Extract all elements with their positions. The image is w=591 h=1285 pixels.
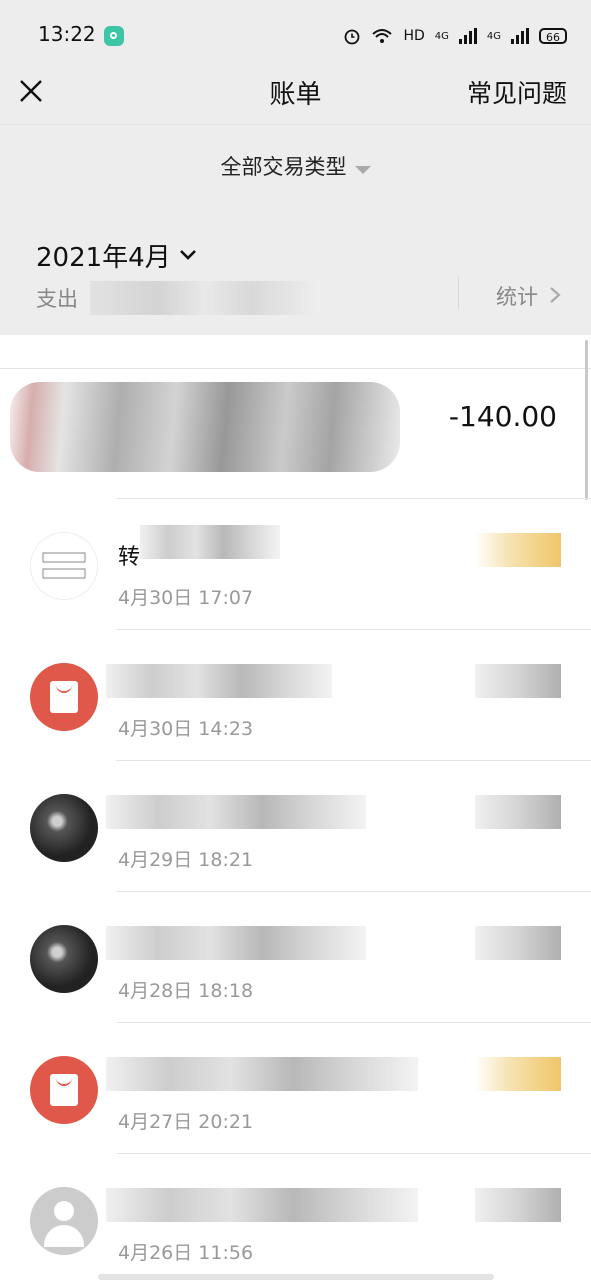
month-summary: 2021年4月 支出 统计	[0, 203, 591, 335]
list-item[interactable]: 4月29日 18:21	[0, 761, 591, 892]
list-item[interactable]: 4月27日 20:21	[0, 1023, 591, 1154]
transaction-type-filter[interactable]: 全部交易类型	[0, 125, 591, 203]
divider	[458, 277, 459, 309]
transaction-title: 转	[118, 545, 141, 570]
qr-avatar-art	[42, 552, 86, 579]
redacted-content	[106, 1057, 418, 1091]
app-notification-icon	[104, 26, 124, 46]
alarm-icon	[345, 29, 360, 45]
transaction-time: 4月30日 14:23	[118, 718, 254, 740]
signal-icon	[458, 28, 477, 44]
photo-avatar	[30, 794, 98, 862]
list-item[interactable]: 4月28日 18:18	[0, 892, 591, 1023]
redacted-content	[140, 525, 280, 559]
redacted-content	[106, 926, 366, 960]
spend-value-redacted	[90, 281, 320, 315]
transaction-time: 4月27日 20:21	[118, 1111, 254, 1133]
redacted-content	[106, 664, 332, 698]
chevron-right-icon[interactable]	[548, 285, 562, 305]
person-icon	[30, 1187, 98, 1255]
chevron-down-icon[interactable]	[178, 247, 198, 263]
envelope-shape	[50, 1074, 78, 1106]
status-icons: HD 4G 4G 66	[343, 24, 567, 48]
envelope-shape	[50, 681, 78, 713]
redacted-amount	[475, 795, 561, 829]
redacted-content	[106, 1188, 418, 1222]
transaction-time: 4月29日 18:21	[118, 849, 254, 871]
red-envelope-icon	[30, 663, 98, 731]
person-body	[44, 1225, 84, 1247]
status-time: 13:22	[38, 22, 96, 46]
redacted-content	[106, 795, 366, 829]
transaction-time: 4月26日 11:56	[118, 1242, 254, 1264]
sim2-label: 4G	[486, 30, 501, 42]
photo-avatar	[30, 925, 98, 993]
wifi-icon	[372, 29, 393, 43]
red-envelope-icon	[30, 1056, 98, 1124]
filter-label: 全部交易类型	[220, 155, 347, 179]
list-item[interactable]: 4月26日 11:56	[0, 1154, 591, 1285]
transaction-time: 4月28日 18:18	[118, 980, 254, 1002]
transaction-time: 4月30日 17:07	[118, 587, 254, 609]
top-bar: 账单 常见问题	[0, 66, 591, 125]
stats-link[interactable]: 统计	[496, 281, 538, 311]
list-item[interactable]: 转 4月30日 17:07	[0, 499, 591, 630]
redacted-amount	[475, 1057, 561, 1091]
redacted-amount	[475, 926, 561, 960]
status-bar: 13:22 HD 4G 4G 66	[0, 0, 591, 66]
signal-icon	[511, 28, 529, 44]
transaction-amount: -140.00	[448, 400, 557, 433]
spend-label: 支出	[36, 287, 78, 311]
person-head	[54, 1201, 74, 1221]
network-label: HD	[403, 28, 425, 44]
month-selector[interactable]: 2021年4月	[36, 237, 171, 274]
list-item[interactable]: 4月30日 14:23	[0, 630, 591, 761]
redacted-amount	[475, 1188, 561, 1222]
redacted-amount	[475, 533, 561, 567]
battery-icon: 66	[539, 28, 567, 44]
redacted-amount	[475, 664, 561, 698]
qr-avatar	[30, 532, 98, 600]
home-indicator[interactable]	[98, 1274, 494, 1280]
list-item[interactable]: -140.00	[0, 368, 591, 499]
faq-link[interactable]: 常见问题	[467, 74, 567, 110]
list-item[interactable]	[0, 335, 591, 369]
redacted-content	[10, 382, 400, 472]
sim1-label: 4G	[434, 30, 449, 42]
caret-down-icon	[354, 165, 371, 174]
